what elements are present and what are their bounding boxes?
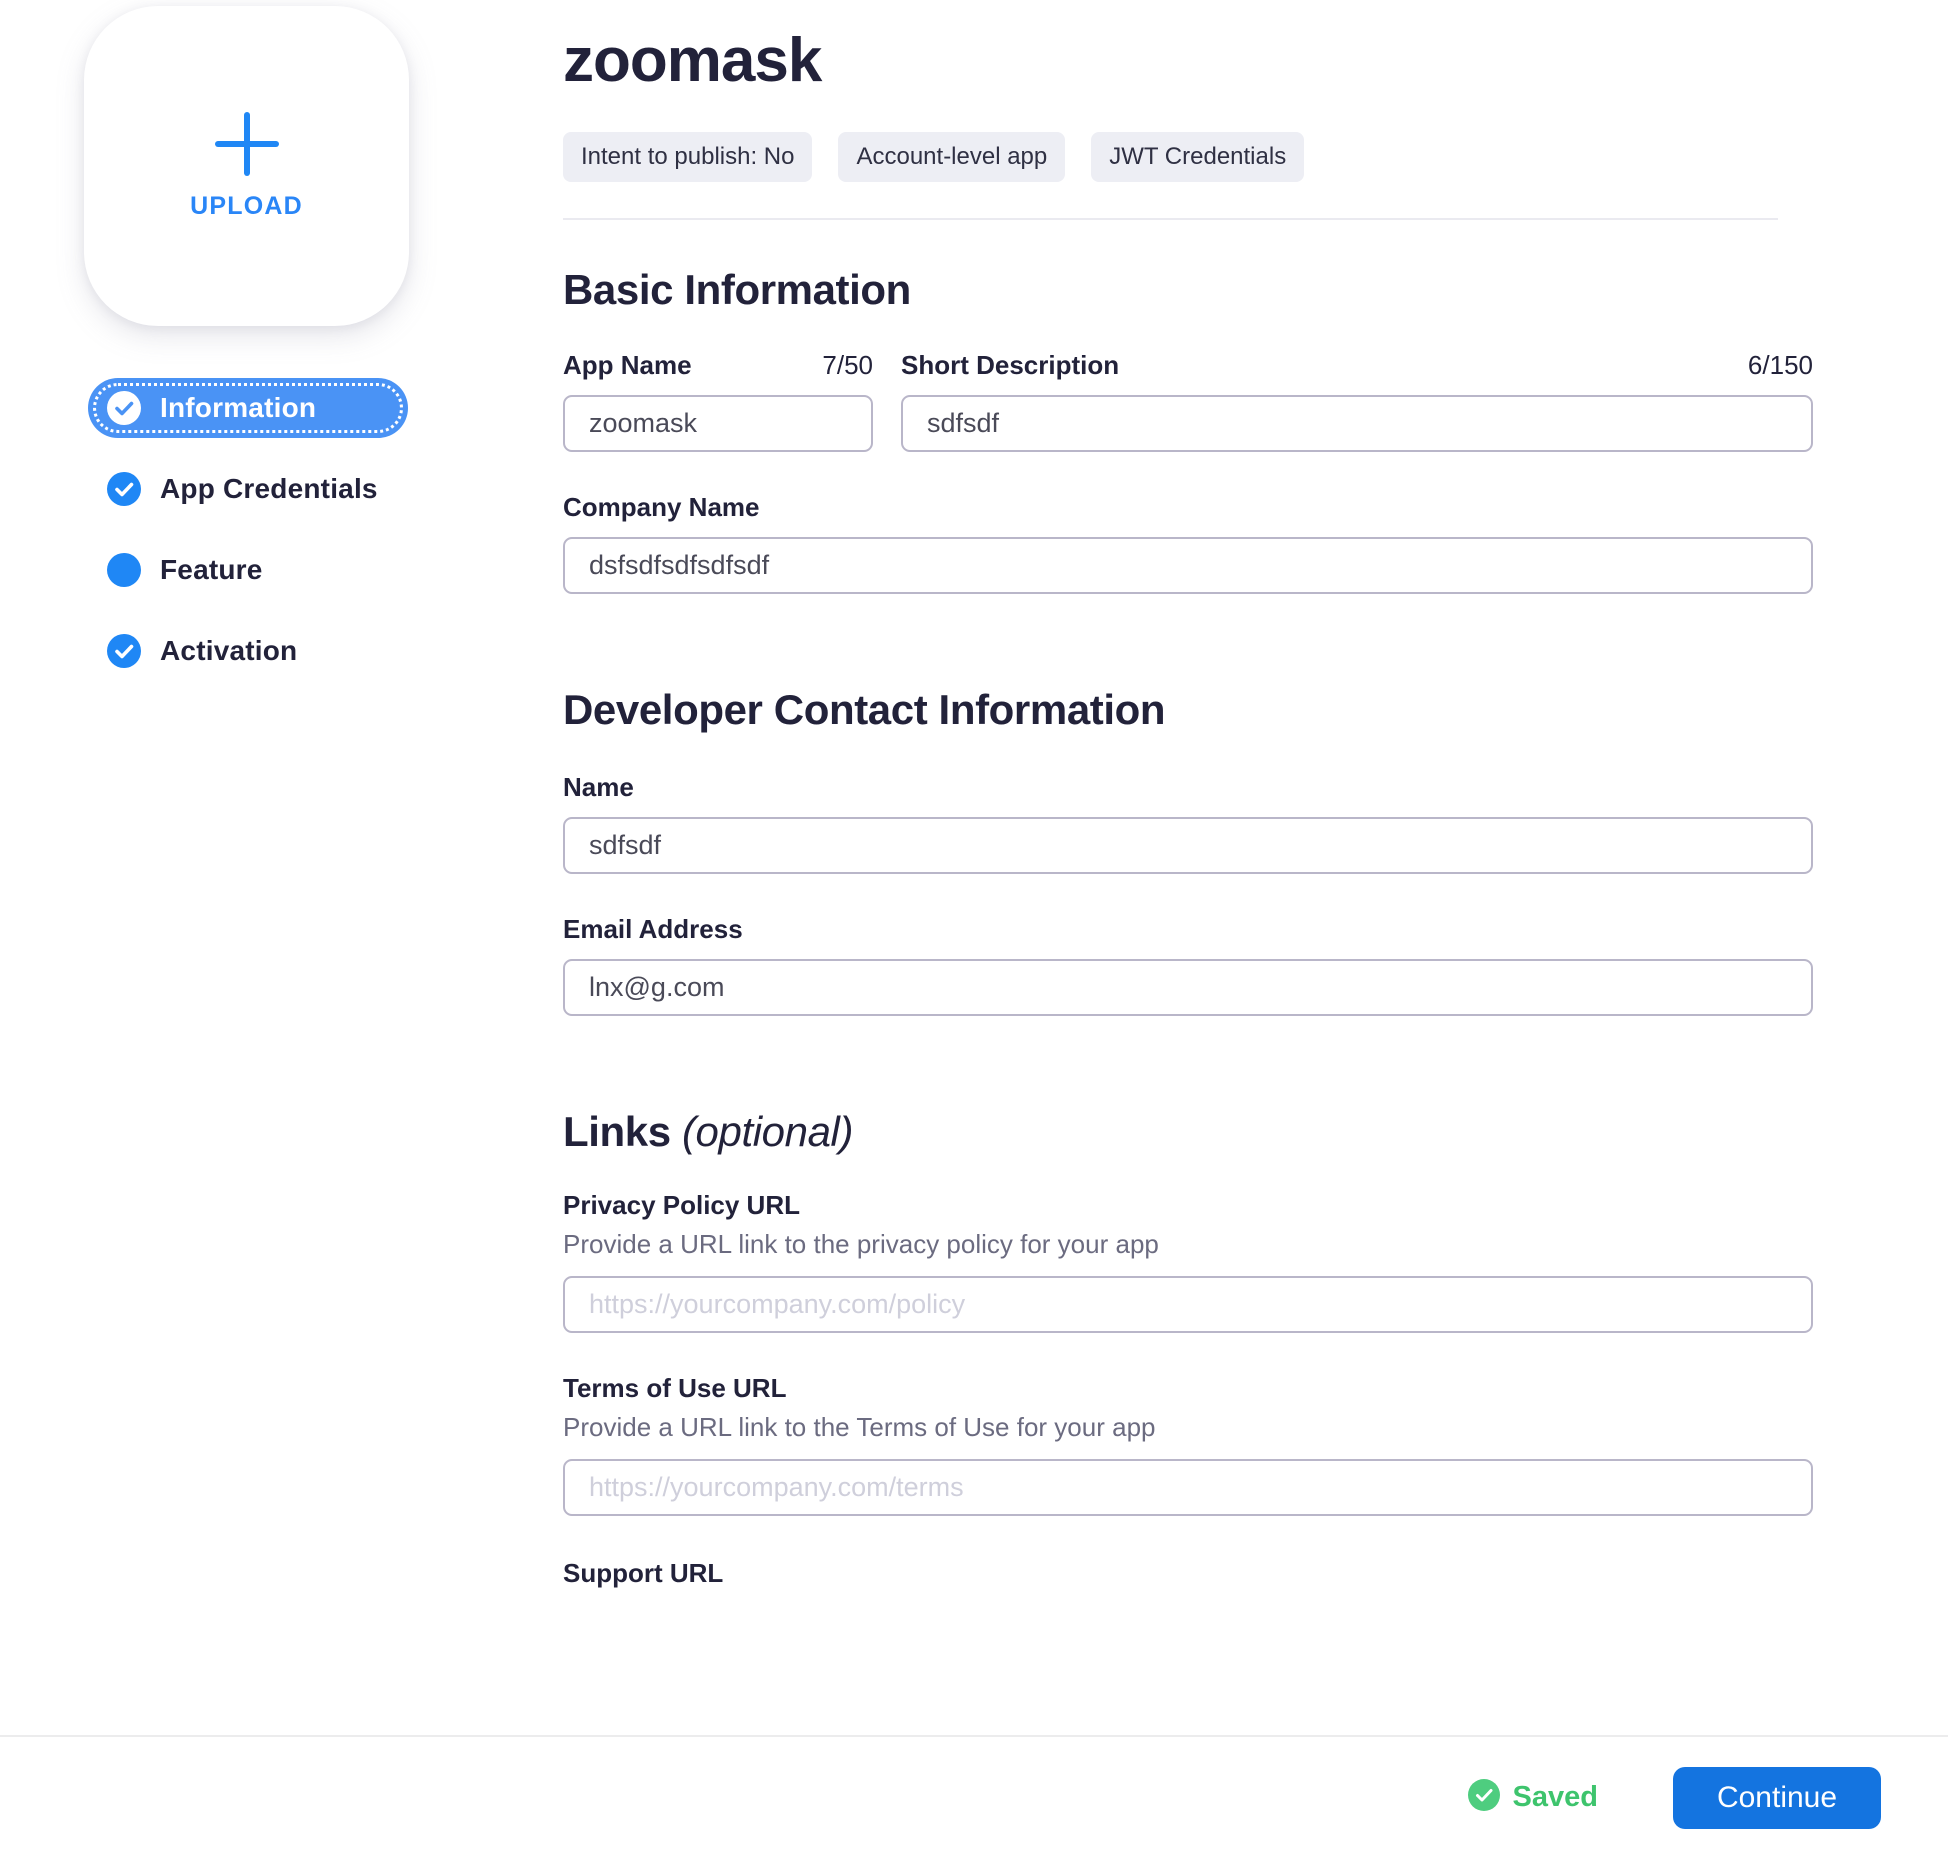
field-label-terms-of-use-url: Terms of Use URL [563, 1373, 787, 1403]
chip-intent-to-publish: Intent to publish: No [563, 132, 813, 182]
header-divider [563, 218, 1778, 220]
check-circle-icon [1467, 1779, 1500, 1816]
saved-status: Saved [1467, 1779, 1598, 1816]
dot-circle-icon [107, 553, 141, 587]
page-title: zoomask [563, 26, 822, 95]
chip-credentials-type: JWT Credentials [1091, 132, 1305, 182]
developer-name-input[interactable] [563, 817, 1813, 874]
sidebar-item-label: Activation [160, 635, 298, 666]
privacy-policy-url-input[interactable] [563, 1276, 1813, 1333]
field-group-privacy-policy-url: Privacy Policy URL Provide a URL link to… [563, 1190, 1813, 1333]
check-circle-icon [107, 634, 141, 668]
sidebar-item-activation[interactable]: Activation [0, 621, 545, 681]
terms-of-use-url-input[interactable] [563, 1459, 1813, 1516]
upload-app-icon-card[interactable]: UPLOAD [84, 6, 409, 326]
app-page: UPLOAD Information App Credentials Featu… [0, 0, 1948, 1858]
field-group-support-url: Support URL [563, 1558, 1813, 1589]
check-circle-icon [107, 391, 141, 425]
short-description-input[interactable] [901, 395, 1813, 452]
app-meta-chips: Intent to publish: No Account-level app … [563, 132, 1813, 182]
sidebar-item-feature[interactable]: Feature [0, 540, 545, 600]
upload-label: UPLOAD [190, 191, 303, 220]
char-counter-short-description: 6/150 [1747, 350, 1813, 380]
section-heading-links: Links (optional) [563, 1108, 1813, 1156]
sidebar-item-label: Information [160, 392, 317, 423]
basic-info-row: App Name 7/50 Short Description 6/150 [563, 350, 1813, 452]
check-circle-icon [107, 472, 141, 506]
sidebar-item-app-credentials[interactable]: App Credentials [0, 459, 545, 519]
field-label-email-address: Email Address [563, 914, 743, 944]
saved-label: Saved [1512, 1781, 1598, 1813]
sidebar: UPLOAD Information App Credentials Featu… [0, 0, 545, 1735]
field-group-app-name: App Name 7/50 [563, 350, 873, 452]
field-help-terms-of-use-url: Provide a URL link to the Terms of Use f… [563, 1412, 1156, 1442]
field-label-support-url: Support URL [563, 1558, 724, 1588]
section-heading-links-text: Links [563, 1108, 682, 1155]
continue-button[interactable]: Continue [1673, 1766, 1881, 1829]
field-label-company-name: Company Name [563, 492, 760, 522]
chip-app-level: Account-level app [838, 132, 1066, 182]
field-label-privacy-policy-url: Privacy Policy URL [563, 1190, 800, 1220]
sidebar-item-information[interactable]: Information [88, 378, 408, 438]
app-name-input[interactable] [563, 395, 873, 452]
email-address-input[interactable] [563, 959, 1813, 1016]
progress-nav: Information App Credentials Feature Acti… [0, 378, 545, 702]
field-label-developer-name: Name [563, 772, 634, 802]
company-name-input[interactable] [563, 537, 1813, 594]
section-heading-links-optional: (optional) [681, 1108, 854, 1155]
footer-bar: Saved Continue [0, 1735, 1948, 1858]
field-group-company-name: Company Name [563, 492, 1813, 594]
section-heading-basic-information: Basic Information [563, 266, 911, 313]
sidebar-item-label: App Credentials [160, 473, 378, 504]
char-counter-app-name: 7/50 [822, 350, 873, 380]
field-help-privacy-policy-url: Provide a URL link to the privacy policy… [563, 1229, 1159, 1259]
sidebar-item-label: Feature [160, 554, 263, 585]
field-label-short-description: Short Description [901, 350, 1120, 380]
main-content: zoomask Intent to publish: No Account-le… [563, 0, 1813, 1735]
field-group-terms-of-use-url: Terms of Use URL Provide a URL link to t… [563, 1373, 1813, 1516]
field-label-app-name: App Name [563, 350, 692, 380]
field-group-developer-name: Name [563, 772, 1813, 874]
plus-icon [214, 111, 279, 176]
field-group-short-description: Short Description 6/150 [901, 350, 1813, 452]
section-heading-developer-contact: Developer Contact Information [563, 686, 1166, 733]
field-group-email-address: Email Address [563, 914, 1813, 1016]
